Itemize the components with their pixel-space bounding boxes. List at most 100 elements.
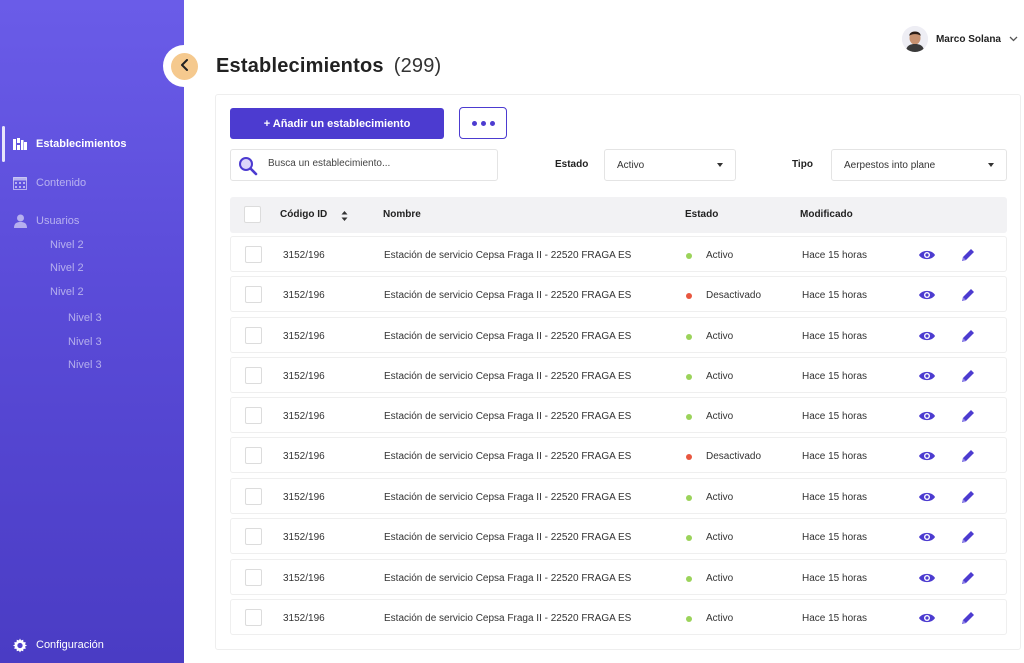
select-all-checkbox[interactable]: [244, 206, 261, 223]
eye-icon[interactable]: [918, 570, 936, 586]
row-checkbox[interactable]: [245, 569, 262, 586]
sidebar-item-usuarios[interactable]: Usuarios: [0, 209, 184, 233]
cell-estado: Activo: [706, 573, 734, 584]
row-checkbox[interactable]: [245, 246, 262, 263]
page-title-text: Establecimientos: [216, 55, 384, 77]
table-row[interactable]: 3152/196 Estación de servicio Cepsa Fraga…: [230, 236, 1007, 272]
cell-id: 3152/196: [283, 613, 325, 624]
more-dot: [480, 120, 486, 126]
pencil-icon[interactable]: [959, 247, 977, 263]
row-checkbox[interactable]: [245, 327, 262, 344]
status-dot: [686, 253, 692, 259]
sidebar-item-establecimientos[interactable]: Establecimientos: [0, 132, 184, 156]
search-input[interactable]: [268, 158, 488, 169]
cell-nombre: Estación de servicio Cepsa Fraga II - 22…: [384, 573, 632, 584]
eye-icon[interactable]: [918, 328, 936, 344]
sidebar-item-configuracion[interactable]: Configuración: [0, 633, 184, 657]
sidebar-subitem-nivel2[interactable]: Nivel 2: [50, 239, 84, 251]
status-dot: [686, 616, 692, 622]
pencil-icon[interactable]: [959, 448, 977, 464]
cell-id: 3152/196: [283, 532, 325, 543]
more-dots-icon: [471, 120, 477, 126]
page-title: Establecimientos (299): [216, 55, 441, 78]
row-checkbox[interactable]: [245, 447, 262, 464]
cell-nombre: Estación de servicio Cepsa Fraga II - 22…: [384, 613, 632, 624]
eye-icon[interactable]: [918, 489, 936, 505]
eye-icon[interactable]: [918, 287, 936, 303]
pencil-icon[interactable]: [959, 610, 977, 626]
cell-id: 3152/196: [283, 331, 325, 342]
sidebar-subitem-nivel2[interactable]: Nivel 2: [50, 262, 84, 274]
column-header-id[interactable]: Código ID: [280, 209, 327, 220]
sort-icon[interactable]: [341, 209, 348, 221]
row-checkbox[interactable]: [245, 609, 262, 626]
table-row[interactable]: 3152/196 Estación de servicio Cepsa Fraga…: [230, 559, 1007, 595]
eye-icon[interactable]: [918, 368, 936, 384]
pencil-icon[interactable]: [959, 529, 977, 545]
eye-icon[interactable]: [918, 529, 936, 545]
cell-nombre: Estación de servicio Cepsa Fraga II - 22…: [384, 371, 632, 382]
status-dot: [686, 414, 692, 420]
row-checkbox[interactable]: [245, 488, 262, 505]
eye-icon[interactable]: [918, 610, 936, 626]
buildings-icon: [13, 137, 27, 151]
chevron-down-icon: [1009, 34, 1018, 45]
row-checkbox[interactable]: [245, 286, 262, 303]
table-row[interactable]: 3152/196 Estación de servicio Cepsa Fraga…: [230, 276, 1007, 312]
column-header-nombre: Nombre: [383, 209, 421, 220]
column-header-estado: Estado: [685, 209, 719, 220]
table-row[interactable]: 3152/196 Estación de servicio Cepsa Fraga…: [230, 317, 1007, 353]
pencil-icon[interactable]: [959, 287, 977, 303]
estado-select-value: Activo: [617, 159, 645, 171]
more-options-button[interactable]: [459, 107, 507, 139]
table-row[interactable]: 3152/196 Estación de servicio Cepsa Fraga…: [230, 397, 1007, 433]
cell-id: 3152/196: [283, 492, 325, 503]
status-dot: [686, 576, 692, 582]
table-row[interactable]: 3152/196 Estación de servicio Cepsa Fraga…: [230, 599, 1007, 635]
cell-estado: Activo: [706, 532, 734, 543]
eye-icon[interactable]: [918, 247, 936, 263]
add-establecimiento-button[interactable]: + Añadir un establecimiento: [230, 108, 444, 139]
table-row[interactable]: 3152/196 Estación de servicio Cepsa Fraga…: [230, 357, 1007, 393]
sidebar-subitem-nivel2[interactable]: Nivel 2: [50, 286, 84, 298]
tipo-select[interactable]: Aerpestos into plane: [831, 149, 1007, 181]
sidebar-subitem-nivel3[interactable]: Nivel 3: [68, 312, 102, 324]
cell-nombre: Estación de servicio Cepsa Fraga II - 22…: [384, 451, 632, 462]
pencil-icon[interactable]: [959, 328, 977, 344]
cell-modificado: Hace 15 horas: [802, 331, 868, 342]
sidebar-item-contenido[interactable]: Contenido: [0, 171, 184, 195]
row-checkbox[interactable]: [245, 367, 262, 384]
cell-nombre: Estación de servicio Cepsa Fraga II - 22…: [384, 290, 632, 301]
sidebar-subitem-nivel3[interactable]: Nivel 3: [68, 359, 102, 371]
cell-estado: Activo: [706, 411, 734, 422]
table-row[interactable]: 3152/196 Estación de servicio Cepsa Fraga…: [230, 518, 1007, 554]
row-checkbox[interactable]: [245, 528, 262, 545]
pencil-icon[interactable]: [959, 408, 977, 424]
collapse-sidebar-button[interactable]: [171, 53, 198, 80]
eye-icon[interactable]: [918, 408, 936, 424]
cell-modificado: Hace 15 horas: [802, 451, 868, 462]
column-header-modificado: Modificado: [800, 209, 853, 220]
cell-nombre: Estación de servicio Cepsa Fraga II - 22…: [384, 492, 632, 503]
pencil-icon[interactable]: [959, 368, 977, 384]
cell-nombre: Estación de servicio Cepsa Fraga II - 22…: [384, 411, 632, 422]
sidebar-subitem-nivel3[interactable]: Nivel 3: [68, 336, 102, 348]
table-row[interactable]: 3152/196 Estación de servicio Cepsa Fraga…: [230, 478, 1007, 514]
cell-nombre: Estación de servicio Cepsa Fraga II - 22…: [384, 331, 632, 342]
row-checkbox[interactable]: [245, 407, 262, 424]
user-menu[interactable]: Marco Solana: [901, 26, 1018, 52]
pencil-icon[interactable]: [959, 570, 977, 586]
status-dot: [686, 374, 692, 380]
cell-nombre: Estación de servicio Cepsa Fraga II - 22…: [384, 250, 632, 261]
caret-down-icon: [717, 163, 723, 167]
eye-icon[interactable]: [918, 448, 936, 464]
estado-select[interactable]: Activo: [604, 149, 736, 181]
cell-estado: Desactivado: [706, 290, 762, 301]
cell-nombre: Estación de servicio Cepsa Fraga II - 22…: [384, 532, 632, 543]
tipo-select-value: Aerpestos into plane: [844, 159, 936, 171]
cell-id: 3152/196: [283, 451, 325, 462]
pencil-icon[interactable]: [959, 489, 977, 505]
user-name: Marco Solana: [935, 33, 1001, 45]
table-row[interactable]: 3152/196 Estación de servicio Cepsa Fraga…: [230, 437, 1007, 473]
user-icon: [13, 214, 27, 228]
